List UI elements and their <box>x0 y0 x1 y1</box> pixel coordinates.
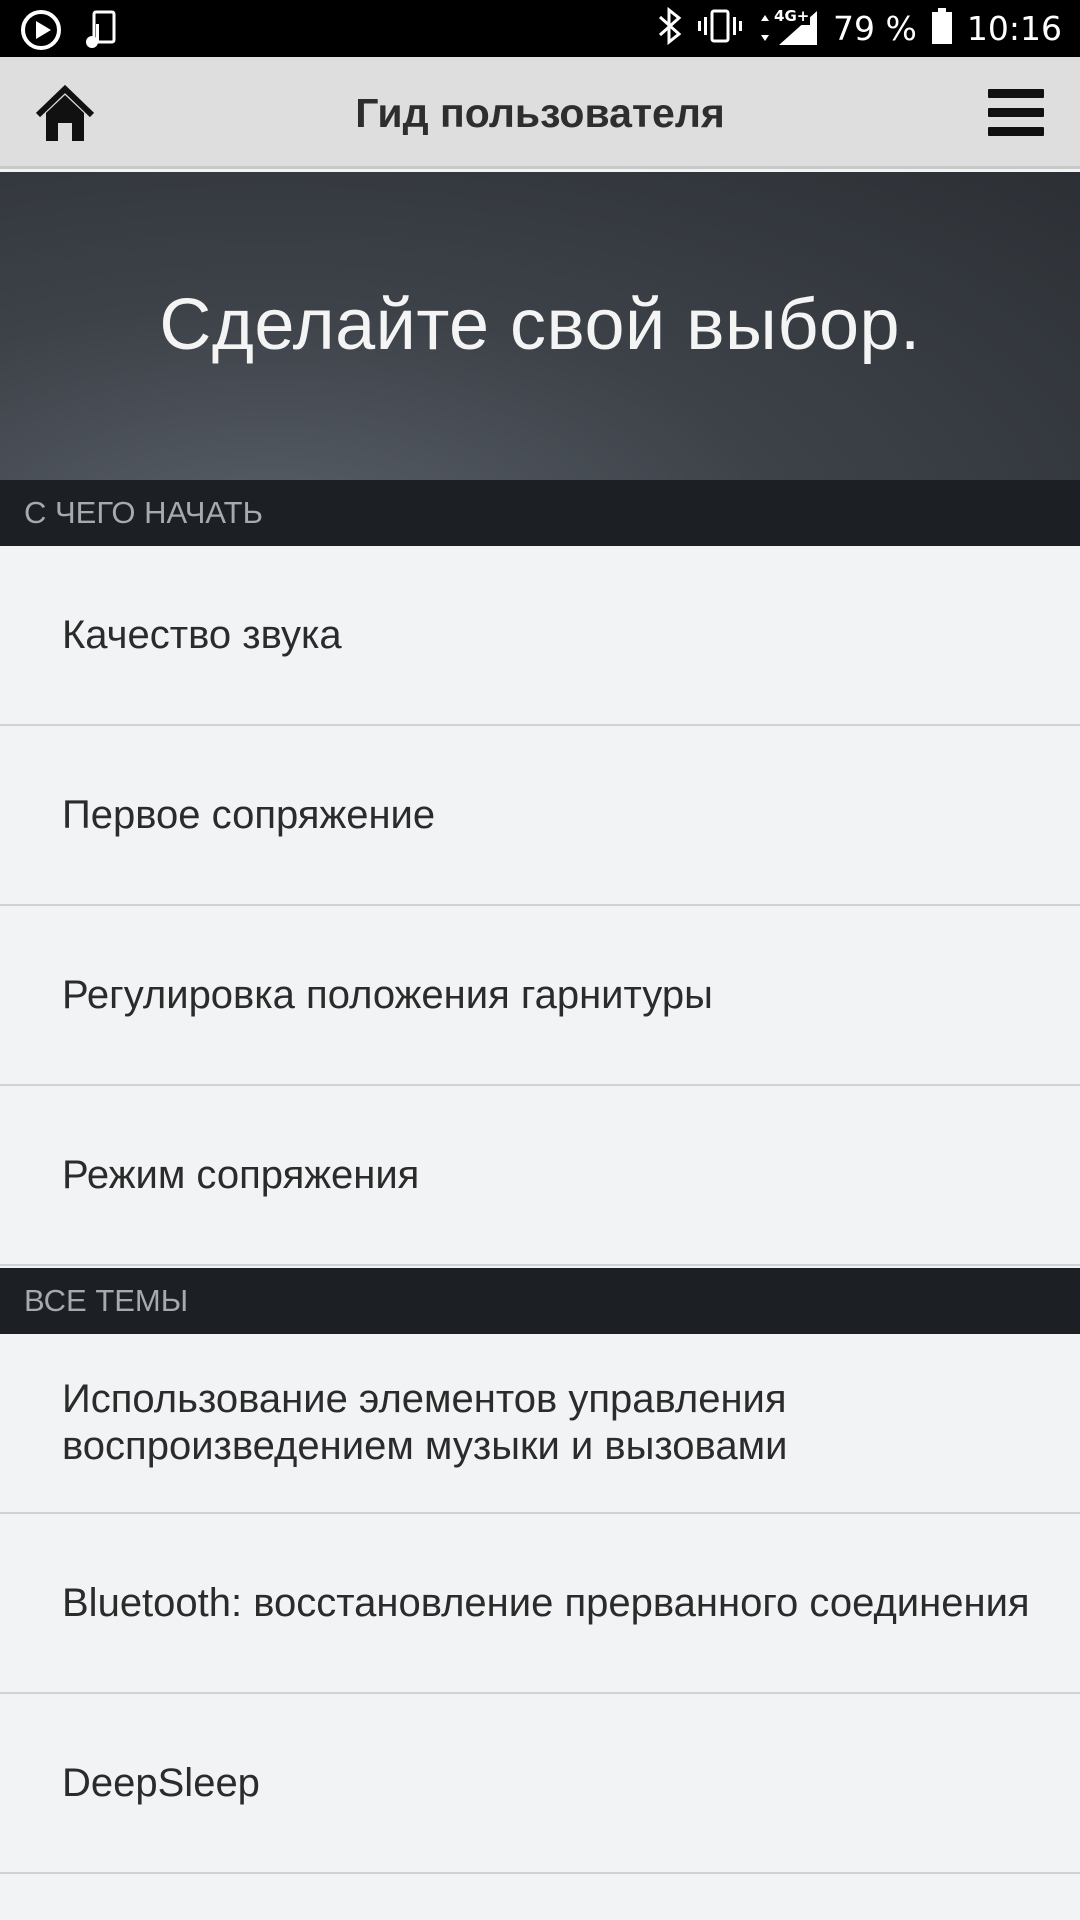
page-title: Гид пользователя <box>355 89 725 136</box>
music-file-icon <box>84 10 118 54</box>
battery-percent: 79 % <box>833 8 917 48</box>
section-header-all-topics: ВСЕ ТЕМЫ <box>0 1268 1080 1334</box>
list-item-bluetooth-reconnect[interactable]: Bluetooth: восстановление прерванного со… <box>0 1514 1080 1694</box>
menu-button[interactable] <box>988 87 1044 139</box>
list-item-music-call-controls[interactable]: Использование элементов управления воспр… <box>0 1334 1080 1514</box>
status-bar: 4G+ 79 % 10:16 <box>0 0 1080 57</box>
hero-text: Сделайте свой выбор. <box>159 285 921 365</box>
app-bar: Гид пользователя <box>0 57 1080 169</box>
home-icon <box>35 84 95 141</box>
play-store-icon <box>20 9 62 55</box>
list-item-label: Качество звука <box>62 612 342 657</box>
list-item-label: Режим сопряжения <box>62 1152 420 1197</box>
list-item-deepsleep[interactable]: DeepSleep <box>0 1694 1080 1874</box>
network-type-label: 4G+ <box>773 7 811 25</box>
list-item-label: Регулировка положения гарнитуры <box>62 972 713 1017</box>
battery-icon <box>931 7 953 49</box>
vibrate-icon <box>697 8 743 48</box>
list-item-first-pairing[interactable]: Первое сопряжение <box>0 726 1080 906</box>
hamburger-menu-icon <box>988 89 1044 136</box>
list-item-label: Использование элементов управления воспр… <box>62 1377 788 1468</box>
clock: 10:16 <box>966 8 1062 48</box>
list-item-label: Bluetooth: восстановление прерванного со… <box>62 1580 1030 1625</box>
bluetooth-icon <box>657 6 683 49</box>
list-item-pairing-mode[interactable]: Режим сопряжения <box>0 1086 1080 1266</box>
section-header-getting-started: С ЧЕГО НАЧАТЬ <box>0 480 1080 546</box>
list-item-label: DeepSleep <box>62 1760 260 1805</box>
list-item-headset-fit[interactable]: Регулировка положения гарнитуры <box>0 906 1080 1086</box>
cellular-signal-icon: 4G+ <box>757 7 819 47</box>
list-item-label: Первое сопряжение <box>62 792 436 837</box>
home-button[interactable] <box>34 83 96 145</box>
hero-banner: Сделайте свой выбор. <box>0 172 1080 480</box>
list-item-sound-quality[interactable]: Качество звука <box>0 546 1080 726</box>
